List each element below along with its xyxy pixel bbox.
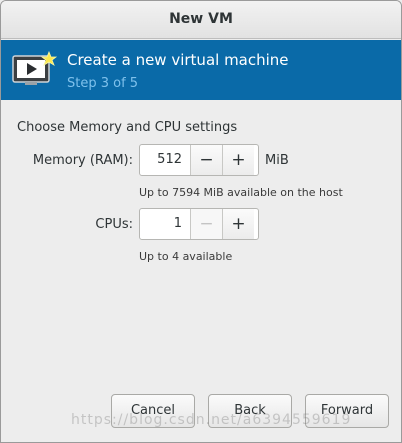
- wizard-header: Create a new virtual machine Step 3 of 5: [1, 40, 401, 100]
- wizard-title: Create a new virtual machine: [67, 51, 289, 69]
- cancel-button[interactable]: Cancel: [111, 394, 195, 428]
- memory-value[interactable]: 512: [140, 145, 190, 175]
- memory-increment-button[interactable]: +: [222, 145, 254, 175]
- new-vm-dialog: New VM Create a new virtual machine Step…: [0, 0, 402, 443]
- cpus-increment-button[interactable]: +: [222, 209, 254, 239]
- memory-hint: Up to 7594 MiB available on the host: [139, 186, 343, 199]
- memory-label: Memory (RAM):: [32, 153, 133, 168]
- memory-spinner: 512 − +: [139, 144, 259, 176]
- memory-unit: MiB: [265, 153, 289, 168]
- cpus-decrement-button[interactable]: −: [190, 209, 222, 239]
- back-button[interactable]: Back: [208, 394, 292, 428]
- cpus-label: CPUs:: [95, 217, 133, 232]
- window-title: New VM: [1, 1, 401, 39]
- forward-button[interactable]: Forward: [305, 394, 389, 428]
- cpus-spinner: 1 − +: [139, 208, 259, 240]
- section-title: Choose Memory and CPU settings: [17, 120, 238, 135]
- cpus-hint: Up to 4 available: [139, 250, 233, 263]
- vm-monitor-icon: [11, 50, 58, 90]
- memory-decrement-button[interactable]: −: [190, 145, 222, 175]
- cpus-value[interactable]: 1: [140, 209, 190, 239]
- wizard-step: Step 3 of 5: [67, 76, 139, 91]
